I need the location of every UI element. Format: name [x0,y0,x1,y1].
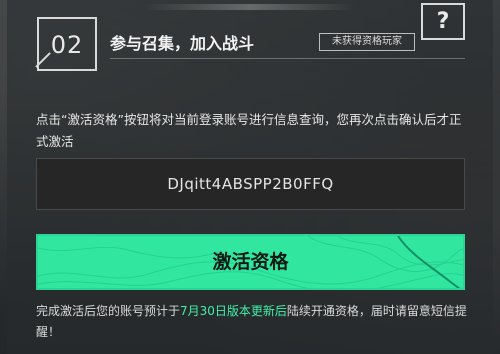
page-title: 参与召集，加入战斗 [110,34,255,53]
help-button[interactable]: ? [421,3,465,40]
step-number-box: 02 [35,17,97,71]
header-divider [110,58,465,59]
activate-button-label: 激活资格 [212,251,289,273]
status-badge: 未获得资格玩家 [319,33,415,51]
account-code-field: DJqitt4ABSPP2B0FFQ [36,158,465,210]
activate-button[interactable]: 激活资格 [36,234,465,290]
instructions-text: 点击“激活资格”按钮将对当前登录账号进行信息查询，您再次点击确认后才正式激活 [36,112,462,149]
footer-note: 完成激活后您的账号预计于7月30日版本更新后陆续开通资格，届时请留意短信提醒！ [36,301,468,343]
footer-text-start: 完成激活后您的账号预计于 [36,304,181,318]
footer-highlight-date: 7月30日版本更新后 [180,304,287,318]
top-decoration [145,4,355,10]
step-number: 02 [50,31,84,59]
question-mark-icon: ? [436,9,450,34]
